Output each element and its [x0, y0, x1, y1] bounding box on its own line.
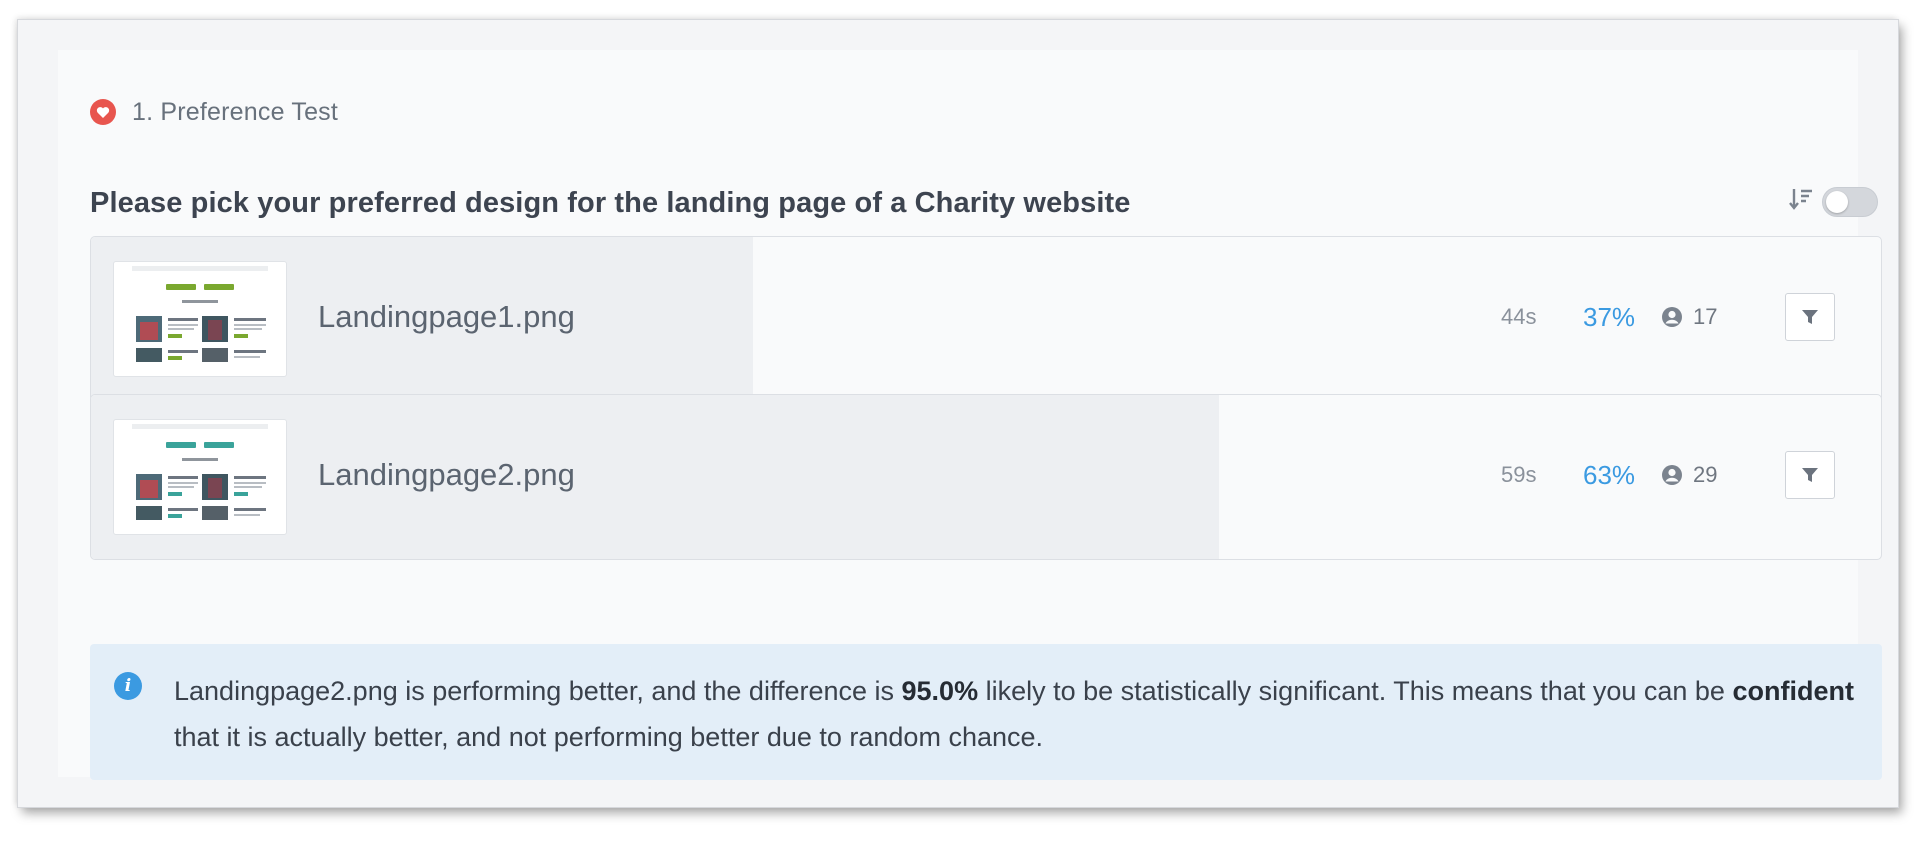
- question-title: Please pick your preferred design for th…: [90, 187, 1131, 219]
- significance-value: 95.0%: [901, 676, 979, 706]
- landing-page-thumbnail[interactable]: [113, 261, 287, 377]
- option-filename: Landingpage2.png: [318, 457, 575, 492]
- toggle-knob: [1826, 190, 1848, 213]
- option-filename: Landingpage1.png: [318, 299, 575, 334]
- filter-button[interactable]: [1785, 451, 1835, 499]
- heart-icon: [90, 99, 116, 125]
- vote-percentage: 63%: [1583, 459, 1636, 490]
- average-time: 44s: [1501, 304, 1537, 329]
- vote-percentage: 37%: [1583, 301, 1636, 332]
- filter-button[interactable]: [1785, 293, 1835, 341]
- message-text: likely to be statistically significant. …: [978, 676, 1733, 706]
- option-row-1: Landingpage1.png 44s 37% 17: [90, 236, 1882, 402]
- sort-descending-icon: [1788, 186, 1814, 217]
- respondent-count: 29: [1661, 453, 1717, 497]
- section-header: 1. Preference Test: [90, 94, 338, 130]
- option-row-2: Landingpage2.png 59s 63% 29: [90, 394, 1882, 560]
- message-text: Landingpage2.png is performing better, a…: [174, 676, 902, 706]
- respondent-count-value: 29: [1693, 462, 1718, 487]
- filter-icon: [1802, 310, 1818, 324]
- info-icon: i: [114, 672, 142, 700]
- preference-test-panel: 1. Preference Test Please pick your pref…: [58, 50, 1882, 780]
- respondent-count-value: 17: [1693, 304, 1718, 329]
- landing-page-thumbnail[interactable]: [113, 419, 287, 535]
- confidence-word: confident: [1732, 676, 1854, 706]
- user-icon: [1662, 307, 1682, 327]
- section-title: 1. Preference Test: [132, 97, 339, 126]
- user-icon: [1662, 465, 1682, 485]
- significance-message: Landingpage2.png is performing better, a…: [174, 668, 1854, 760]
- result-card-frame: 1. Preference Test Please pick your pref…: [18, 20, 1898, 807]
- message-text: that it is actually better, and not perf…: [174, 722, 1044, 752]
- average-time: 59s: [1501, 462, 1537, 487]
- filter-icon: [1802, 468, 1818, 482]
- significance-info-box: i Landingpage2.png is performing better,…: [90, 644, 1882, 780]
- sort-control[interactable]: [1788, 186, 1878, 217]
- respondent-count: 17: [1661, 295, 1717, 339]
- sort-toggle[interactable]: [1822, 186, 1878, 217]
